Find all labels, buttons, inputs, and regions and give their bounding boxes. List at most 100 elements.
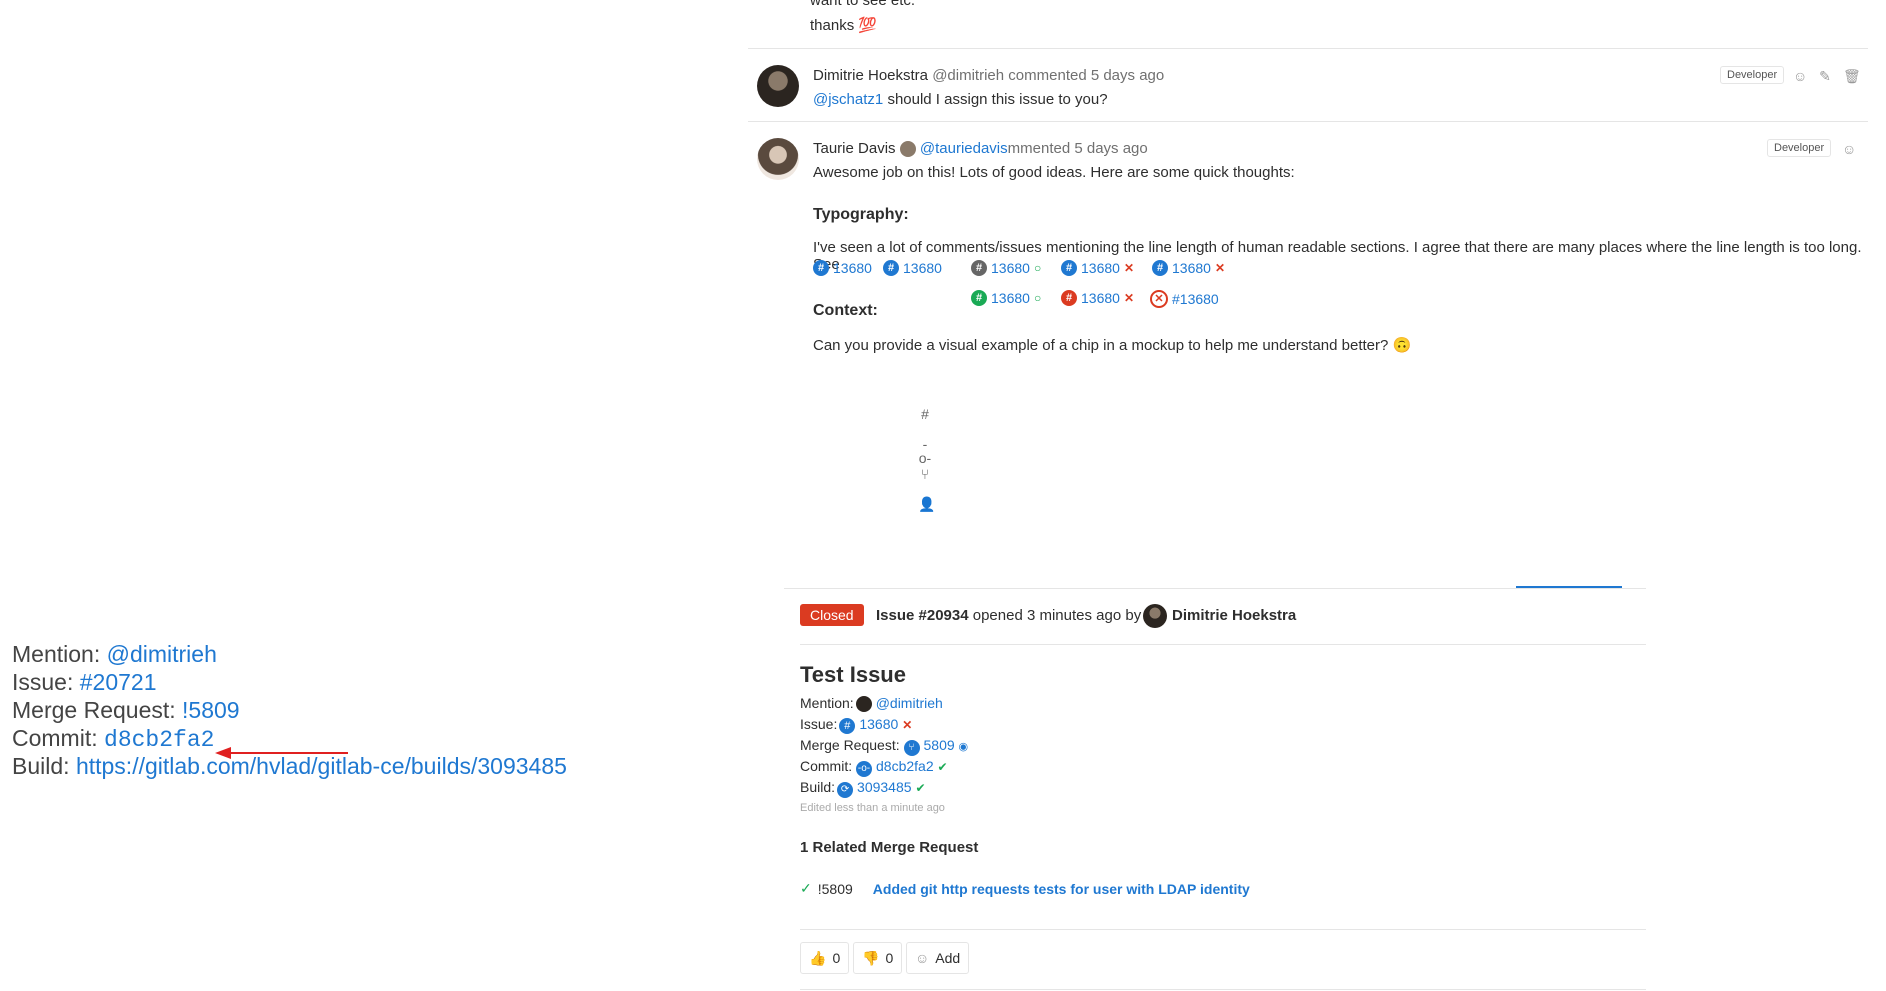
close-icon: ✕	[1123, 261, 1134, 275]
commit-icon: -o-	[856, 761, 873, 777]
comment-time: mmented 5 days ago	[1007, 140, 1148, 157]
context-body: Can you provide a visual example of a ch…	[813, 336, 1411, 354]
chip-label: 13680	[1081, 290, 1120, 306]
smiley-icon: ☺	[915, 950, 930, 966]
label: Issue:	[800, 716, 838, 732]
hash-icon: #	[1061, 260, 1077, 276]
hash-icon: #	[883, 260, 899, 276]
issue-header: Issue #20934 opened 3 minutes ago by	[876, 607, 1141, 624]
mention-row: Mention: @dimitrieh	[12, 640, 567, 668]
issue-opened-text: opened 3 minutes ago by	[972, 607, 1142, 624]
hash-icon: #	[971, 260, 987, 276]
hash-icon: #	[921, 406, 929, 422]
mini-avatar-icon	[899, 141, 916, 158]
author-handle[interactable]: @tauriedavis	[920, 140, 1008, 157]
comment-header: Dimitrie Hoekstra @dimitrieh commented 5…	[813, 67, 1164, 84]
mention-link[interactable]: @jschatz1	[813, 91, 883, 108]
issue-chip[interactable]: #13680 ✕	[1061, 290, 1134, 306]
chip-label: 13680	[903, 260, 942, 276]
thumbs-up-icon: 👍	[809, 949, 827, 966]
hash-icon: #	[1152, 260, 1168, 276]
divider	[800, 929, 1646, 930]
avatar[interactable]	[757, 138, 799, 180]
hash-icon: #	[971, 290, 987, 306]
issue-row: Issue: #13680 ✕	[800, 716, 912, 734]
trash-icon[interactable]: 🗑	[1843, 69, 1861, 83]
divider	[800, 989, 1646, 990]
thumbs-down-icon: 👎	[862, 949, 880, 966]
smiley-icon[interactable]: ☺	[1842, 142, 1856, 156]
active-tab-indicator	[1516, 586, 1622, 588]
chip-label: 13680	[1081, 260, 1120, 276]
hundred-emoji: 💯	[858, 17, 878, 34]
commit-link[interactable]: d8cb2fa2	[876, 758, 934, 774]
open-status-icon: ○	[1033, 261, 1042, 275]
previous-comment-thanks: thanks 💯	[810, 16, 877, 34]
related-mr-row[interactable]: ✓ !5809 Added git http requests tests fo…	[800, 880, 1250, 897]
build-icon: ⟳	[837, 782, 854, 798]
previous-comment-text: want to see etc.	[810, 0, 916, 9]
issue-link[interactable]: 13680	[859, 716, 898, 732]
comment-body: @jschatz1 should I assign this issue to …	[813, 91, 1108, 108]
commit-row: Commit: -o-d8cb2fa2 ✔	[800, 758, 948, 777]
build-row: Build: ⟳ 3093485 ✔	[800, 779, 926, 798]
thumbs-up-count: 0	[832, 950, 841, 966]
build-link[interactable]: 3093485	[857, 779, 912, 795]
user-icon: 👤	[918, 496, 936, 512]
divider	[800, 644, 1646, 645]
label: Mention:	[800, 695, 854, 711]
add-reaction-button[interactable]: ☺ Add	[906, 942, 970, 974]
related-mr-id: !5809	[817, 880, 853, 897]
thumbs-down-button[interactable]: 👎 0	[853, 942, 903, 974]
avatar[interactable]	[1143, 604, 1167, 628]
issue-chip[interactable]: #13680 ✕	[1152, 260, 1225, 276]
edited-note: Edited less than a minute ago	[800, 802, 945, 814]
issue-row: Issue: #20721	[12, 668, 567, 696]
mr-row: Merge Request: !5809	[12, 696, 567, 724]
issue-chip[interactable]: ✕ #13680	[1150, 290, 1219, 308]
issue-chip[interactable]: #13680	[813, 260, 872, 276]
hash-icon: #	[813, 260, 829, 276]
author-handle[interactable]: @dimitrieh	[932, 67, 1004, 84]
status-badge: Closed	[800, 604, 864, 626]
closed-circle-icon: ✕	[1150, 290, 1168, 308]
divider	[748, 121, 1868, 122]
mention-link[interactable]: @dimitrieh	[107, 641, 217, 667]
chip-label: 13680	[833, 260, 872, 276]
thumbs-up-button[interactable]: 👍 0	[800, 942, 850, 974]
avatar	[855, 696, 872, 713]
comment-intro: Awesome job on this! Lots of good ideas.…	[813, 164, 1295, 181]
issue-chip[interactable]: #13680 ✕	[1061, 260, 1134, 276]
avatar[interactable]	[757, 65, 799, 107]
role-badge: Developer	[1767, 139, 1832, 157]
hash-icon: #	[839, 718, 856, 734]
comment-text: should I assign this issue to you?	[887, 91, 1108, 108]
label: Commit:	[12, 725, 98, 751]
smiley-icon[interactable]: ☺	[1793, 69, 1807, 83]
author-name[interactable]: Dimitrie Hoekstra	[813, 67, 928, 84]
commit-link[interactable]: d8cb2fa2	[104, 727, 214, 753]
label: Mention:	[12, 641, 101, 667]
issue-chip[interactable]: #13680 ○	[971, 260, 1041, 276]
thumbs-down-count: 0	[885, 950, 894, 966]
issue-author[interactable]: Dimitrie Hoekstra	[1172, 607, 1296, 624]
chip-label: 13680	[1172, 260, 1211, 276]
close-icon: ✕	[902, 718, 913, 732]
chip-label: 13680	[991, 260, 1030, 276]
open-status-icon: ○	[1033, 291, 1042, 305]
commit-icon: -o-	[918, 436, 932, 466]
merge-request-icon: ⑂	[920, 466, 930, 482]
edit-icon[interactable]: ✎	[1818, 69, 1832, 83]
issue-chip[interactable]: #13680 ○	[971, 290, 1041, 306]
merge-request-link[interactable]: !5809	[182, 697, 240, 723]
label: Merge Request:	[12, 697, 176, 723]
related-heading: 1 Related Merge Request	[800, 839, 979, 856]
issue-chip[interactable]: #13680	[883, 260, 942, 276]
merge-request-link[interactable]: 5809	[924, 737, 955, 753]
mention-link[interactable]: @dimitrieh	[876, 695, 943, 711]
issue-link[interactable]: #20721	[80, 669, 157, 695]
merge-request-icon: ⑂	[903, 740, 920, 756]
hash-icon: #	[1061, 290, 1077, 306]
related-mr-title[interactable]: Added git http requests tests for user w…	[873, 881, 1250, 897]
author-name[interactable]: Taurie Davis	[813, 140, 896, 157]
